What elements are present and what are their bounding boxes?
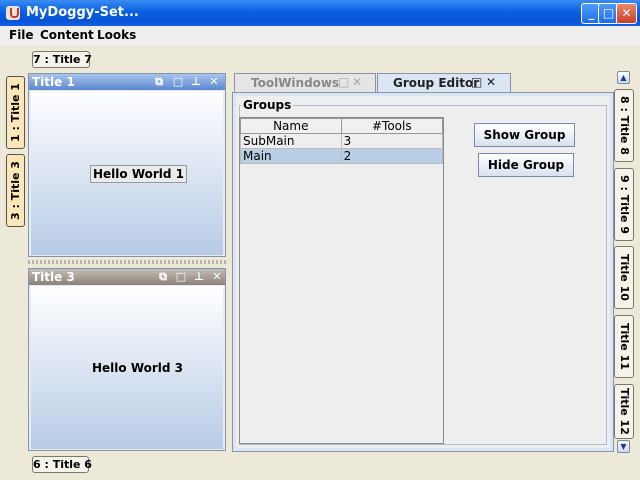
toolwindow-3-content: Hello World 3 (31, 286, 223, 449)
groups-section-title: Groups (241, 98, 294, 112)
hello-world-3-label: Hello World 3 (92, 361, 184, 375)
toolwindow-3-titlebar[interactable]: Title 3 ⧉ □ ⊥ ✕ (29, 269, 225, 285)
tab-group-editor-label: Group Editor (393, 76, 480, 90)
anchor-title-10[interactable]: Title 10 (614, 246, 634, 309)
toolwindow-title-1: Title 1 ⧉ □ ⊥ ✕ Hello World 1 (28, 73, 226, 257)
cell-name[interactable]: Main (240, 148, 342, 164)
toolwindow-1-titlebar[interactable]: Title 1 ⧉ □ ⊥ ✕ (29, 74, 225, 90)
cell-name[interactable]: SubMain (240, 133, 342, 149)
tab-toolwindows-label: ToolWindows (251, 76, 340, 90)
anchor-title-1[interactable]: 1 : Title 1 (6, 76, 25, 149)
close-icon[interactable]: ✕ (486, 75, 496, 89)
java-app-icon (6, 6, 20, 20)
anchor-title-11[interactable]: Title 11 (614, 315, 634, 378)
show-group-button[interactable]: Show Group (474, 123, 575, 147)
group-editor-panel: Groups Name #Tools SubMain 3 Main 2 Show… (232, 92, 614, 452)
table-row-selected[interactable]: Main 2 (240, 148, 444, 164)
toolwindow-3-title: Title 3 (32, 270, 75, 284)
maximize-icon[interactable]: □ (175, 271, 187, 283)
close-icon[interactable]: ✕ (352, 75, 362, 89)
anchor-title-9[interactable]: 9 : Title 9 (614, 168, 634, 241)
hide-group-button[interactable]: Hide Group (478, 153, 574, 177)
close-icon[interactable]: ✕ (208, 76, 220, 88)
close-icon[interactable]: ✕ (211, 271, 223, 283)
toolwindow-title-3: Title 3 ⧉ □ ⊥ ✕ Hello World 3 (28, 268, 226, 451)
maximize-icon[interactable]: □ (471, 75, 482, 89)
groups-table: Name #Tools SubMain 3 Main 2 (239, 117, 444, 444)
pin-icon[interactable]: ⊥ (190, 76, 202, 88)
column-header-tools[interactable]: #Tools (340, 118, 444, 134)
menu-bar: File Content Looks (0, 26, 640, 46)
cell-tools[interactable]: 3 (340, 133, 444, 149)
window-title: MyDoggy-Set... (26, 5, 139, 20)
scroll-up-icon[interactable]: ▲ (617, 71, 630, 84)
table-row[interactable]: SubMain 3 (240, 133, 444, 149)
pin-icon[interactable]: ⊥ (193, 271, 205, 283)
menu-looks[interactable]: Looks (97, 28, 136, 42)
anchor-title-7[interactable]: 7 : Title 7 (32, 51, 92, 68)
anchor-title-12[interactable]: Title 12 (614, 384, 634, 439)
anchor-title-3[interactable]: 3 : Title 3 (6, 154, 25, 227)
tab-toolwindows[interactable]: ToolWindows □ ✕ (234, 73, 376, 93)
tab-group-editor[interactable]: Group Editor □ ✕ (377, 73, 511, 93)
window-title-bar[interactable]: MyDoggy-Set... _ □ ✕ (0, 0, 640, 26)
table-header: Name #Tools (240, 118, 444, 134)
anchor-title-8[interactable]: 8 : Title 8 (614, 89, 634, 162)
maximize-icon[interactable]: □ (338, 75, 349, 89)
toolwindow-1-content: Hello World 1 (31, 91, 223, 255)
maximize-icon[interactable]: □ (172, 76, 184, 88)
column-header-name[interactable]: Name (240, 118, 342, 134)
dock-icon[interactable]: ⧉ (157, 271, 169, 283)
splitter-handle[interactable] (28, 260, 226, 264)
menu-content[interactable]: Content (40, 28, 94, 42)
anchor-title-6[interactable]: 6 : Title 6 (32, 456, 92, 473)
menu-file[interactable]: File (9, 28, 34, 42)
cell-tools[interactable]: 2 (340, 148, 444, 164)
group-editor-content: Groups Name #Tools SubMain 3 Main 2 Show… (236, 96, 610, 448)
toolwindow-1-title: Title 1 (32, 75, 75, 89)
scroll-down-icon[interactable]: ▼ (617, 440, 630, 453)
close-icon[interactable]: ✕ (616, 3, 637, 24)
dock-icon[interactable]: ⧉ (153, 76, 165, 88)
hello-world-1-label: Hello World 1 (90, 165, 188, 183)
